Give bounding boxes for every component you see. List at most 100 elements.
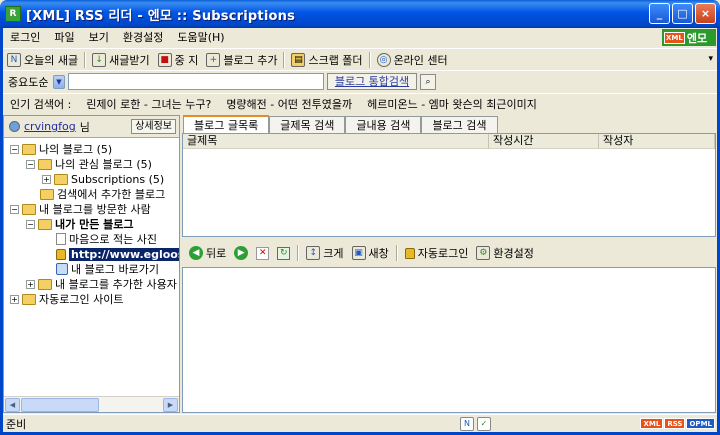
main-toolbar: N 오늘의 새글 ↓ 새글받기 ■ 중 지 + 블로그 추가 ▤ 스크랩 폴더 …: [3, 48, 717, 70]
auto-login-button[interactable]: 자동로그인: [402, 243, 472, 263]
column-title[interactable]: 글제목: [183, 134, 489, 149]
opml-badge[interactable]: OPML: [686, 418, 715, 429]
collapse-icon[interactable]: −: [10, 144, 19, 154]
stop-load-button[interactable]: ✕: [253, 243, 272, 263]
menu-file[interactable]: 파일: [47, 28, 81, 47]
search-input[interactable]: [68, 73, 324, 90]
menu-login[interactable]: 로그인: [3, 28, 47, 47]
settings-button[interactable]: ⚙ 환경설정: [473, 243, 536, 263]
minimize-button[interactable]: _: [649, 3, 670, 24]
blog-tree: − 나의 블로그 (5) − 나의 관심 블로그 (5) + Subscript…: [4, 138, 179, 398]
xml-badge[interactable]: XML: [640, 418, 664, 429]
scroll-left-icon[interactable]: ◀: [5, 398, 20, 412]
search-options-icon[interactable]: ⌕: [420, 73, 436, 90]
stop-x-icon: ✕: [256, 246, 270, 260]
window-controls: _ □ ×: [649, 3, 716, 24]
collapse-icon[interactable]: −: [26, 159, 35, 169]
tree-horizontal-scrollbar[interactable]: ◀ ▶: [4, 396, 179, 412]
tab-title-search[interactable]: 글제목 검색: [269, 116, 346, 133]
tree-node-users-added[interactable]: + 내 블로그를 추가한 사용자: [26, 277, 177, 291]
tree-node-egloos[interactable]: http://www.egloos: [56, 247, 179, 261]
fetch-new-posts-button[interactable]: ↓ 새글받기: [88, 50, 153, 70]
new-window-button[interactable]: ▣ 새창: [349, 243, 392, 263]
people-folder-icon: [22, 203, 36, 215]
close-button[interactable]: ×: [695, 3, 716, 24]
expand-icon[interactable]: +: [42, 174, 51, 184]
tab-blog-posts[interactable]: 블로그 글목록: [183, 115, 270, 133]
maximize-button[interactable]: □: [672, 3, 693, 24]
add-blog-button[interactable]: + 블로그 추가: [202, 50, 281, 70]
new-window-label: 새창: [368, 247, 389, 260]
viewer-toolbar: ◀ 뒤로 ▶ ✕ ↻ ↕ 크게 ▣ 새창 자동로그인 ⚙ 환경설정: [182, 241, 716, 265]
scroll-right-icon[interactable]: ▶: [163, 398, 178, 412]
check-icon[interactable]: ✓: [477, 417, 491, 431]
title-bar[interactable]: R [XML] RSS 리더 - 엔모 :: Subscriptions _ □…: [0, 0, 720, 28]
menu-view[interactable]: 보기: [82, 28, 116, 47]
column-author[interactable]: 작성자: [599, 134, 715, 149]
refresh-button[interactable]: ↻: [274, 243, 293, 263]
back-button[interactable]: ◀ 뒤로: [186, 243, 229, 263]
blog-search-button[interactable]: 블로그 통합검색: [327, 73, 417, 90]
user-info-button[interactable]: 상세정보: [131, 119, 176, 134]
new-posts-icon: N: [7, 52, 21, 67]
tree-node-shortcut[interactable]: 내 블로그 바로가기: [56, 262, 159, 276]
scrap-folder-label: 스크랩 폴더: [308, 53, 363, 67]
sort-select[interactable]: 중요도순 ▼: [3, 72, 65, 91]
new-window-icon: ▣: [351, 246, 366, 260]
collapse-icon[interactable]: −: [10, 204, 19, 214]
tree-node-visitors[interactable]: − 내 블로그를 방문한 사람: [10, 202, 151, 216]
tree-node-my-blogs[interactable]: − 나의 블로그 (5): [10, 142, 112, 156]
username-link[interactable]: crvingfog: [24, 120, 76, 133]
post-list-header: 글제목 작성시간 작성자: [183, 134, 715, 149]
notify-icon[interactable]: N: [460, 417, 474, 431]
scroll-thumb[interactable]: [21, 398, 99, 412]
sort-select-value: 중요도순: [8, 75, 49, 89]
post-list: 글제목 작성시간 작성자: [182, 133, 716, 237]
scrap-folder-button[interactable]: ▤ 스크랩 폴더: [287, 50, 366, 70]
menu-help[interactable]: 도움말(H): [170, 28, 231, 47]
popular-search-item[interactable]: 헤르미온느 - 엠마 왓슨의 최근이미지: [367, 96, 537, 112]
rss-badge[interactable]: RSS: [664, 418, 686, 429]
forward-button[interactable]: ▶: [231, 243, 251, 263]
globe-icon: ◎: [376, 52, 391, 67]
menu-settings[interactable]: 환경설정: [116, 28, 170, 47]
settings-label: 환경설정: [493, 247, 534, 260]
popular-search-item[interactable]: 린제이 로한 - 그녀는 누구?: [86, 96, 211, 112]
tree-node-subscriptions[interactable]: + Subscriptions (5): [42, 172, 164, 186]
online-center-label: 온라인 센터: [393, 53, 448, 67]
folder-icon: [22, 143, 36, 155]
expand-icon[interactable]: +: [10, 294, 19, 304]
folder-icon: [22, 293, 36, 305]
enlarge-button[interactable]: ↕ 크게: [303, 243, 346, 263]
toolbar-separator: [368, 51, 371, 68]
folder-icon: [38, 158, 52, 170]
menu-bar: 로그인 파일 보기 환경설정 도움말(H) XML 엔모: [3, 28, 717, 47]
tab-blog-search[interactable]: 블로그 검색: [421, 116, 498, 133]
popular-search-label: 인기 검색어 :: [10, 97, 72, 111]
view-tabs: 블로그 글목록 글제목 검색 글내용 검색 블로그 검색: [183, 115, 717, 133]
chevron-down-icon[interactable]: ▼: [53, 74, 65, 89]
rss-app-icon[interactable]: R: [5, 6, 21, 22]
folder-icon: [38, 278, 52, 290]
folder-icon: [38, 218, 52, 230]
column-time[interactable]: 작성시간: [489, 134, 599, 149]
tab-content-search[interactable]: 글내용 검색: [345, 116, 422, 133]
expand-icon[interactable]: +: [26, 279, 35, 289]
tree-node-interest-blogs[interactable]: − 나의 관심 블로그 (5): [26, 157, 152, 171]
collapse-icon[interactable]: −: [26, 219, 35, 229]
stop-button[interactable]: ■ 중 지: [154, 50, 203, 70]
tree-node-auto-login-sites[interactable]: + 자동로그인 사이트: [10, 292, 123, 306]
popular-search-item[interactable]: 명량해전 - 어떤 전투였을까: [226, 96, 352, 112]
format-badges: XML RSS OPML: [640, 418, 715, 429]
brand-logo: XML 엔모: [662, 29, 716, 46]
download-icon: ↓: [92, 52, 107, 67]
todays-new-posts-button[interactable]: N 오늘의 새글: [3, 50, 82, 70]
toolbar-overflow-chevron-icon[interactable]: ▾: [708, 54, 713, 64]
tree-node-search-added[interactable]: 검색에서 추가한 블로그: [40, 187, 165, 201]
folder-icon: ▤: [291, 52, 306, 67]
tree-node-photo-blog[interactable]: 마음으로 적는 사진: [56, 232, 157, 246]
online-center-button[interactable]: ◎ 온라인 센터: [373, 50, 452, 70]
tree-node-my-created-blogs[interactable]: − 내가 만든 블로그: [26, 217, 134, 231]
content-viewer[interactable]: [182, 267, 716, 413]
lock-icon: [404, 247, 415, 259]
